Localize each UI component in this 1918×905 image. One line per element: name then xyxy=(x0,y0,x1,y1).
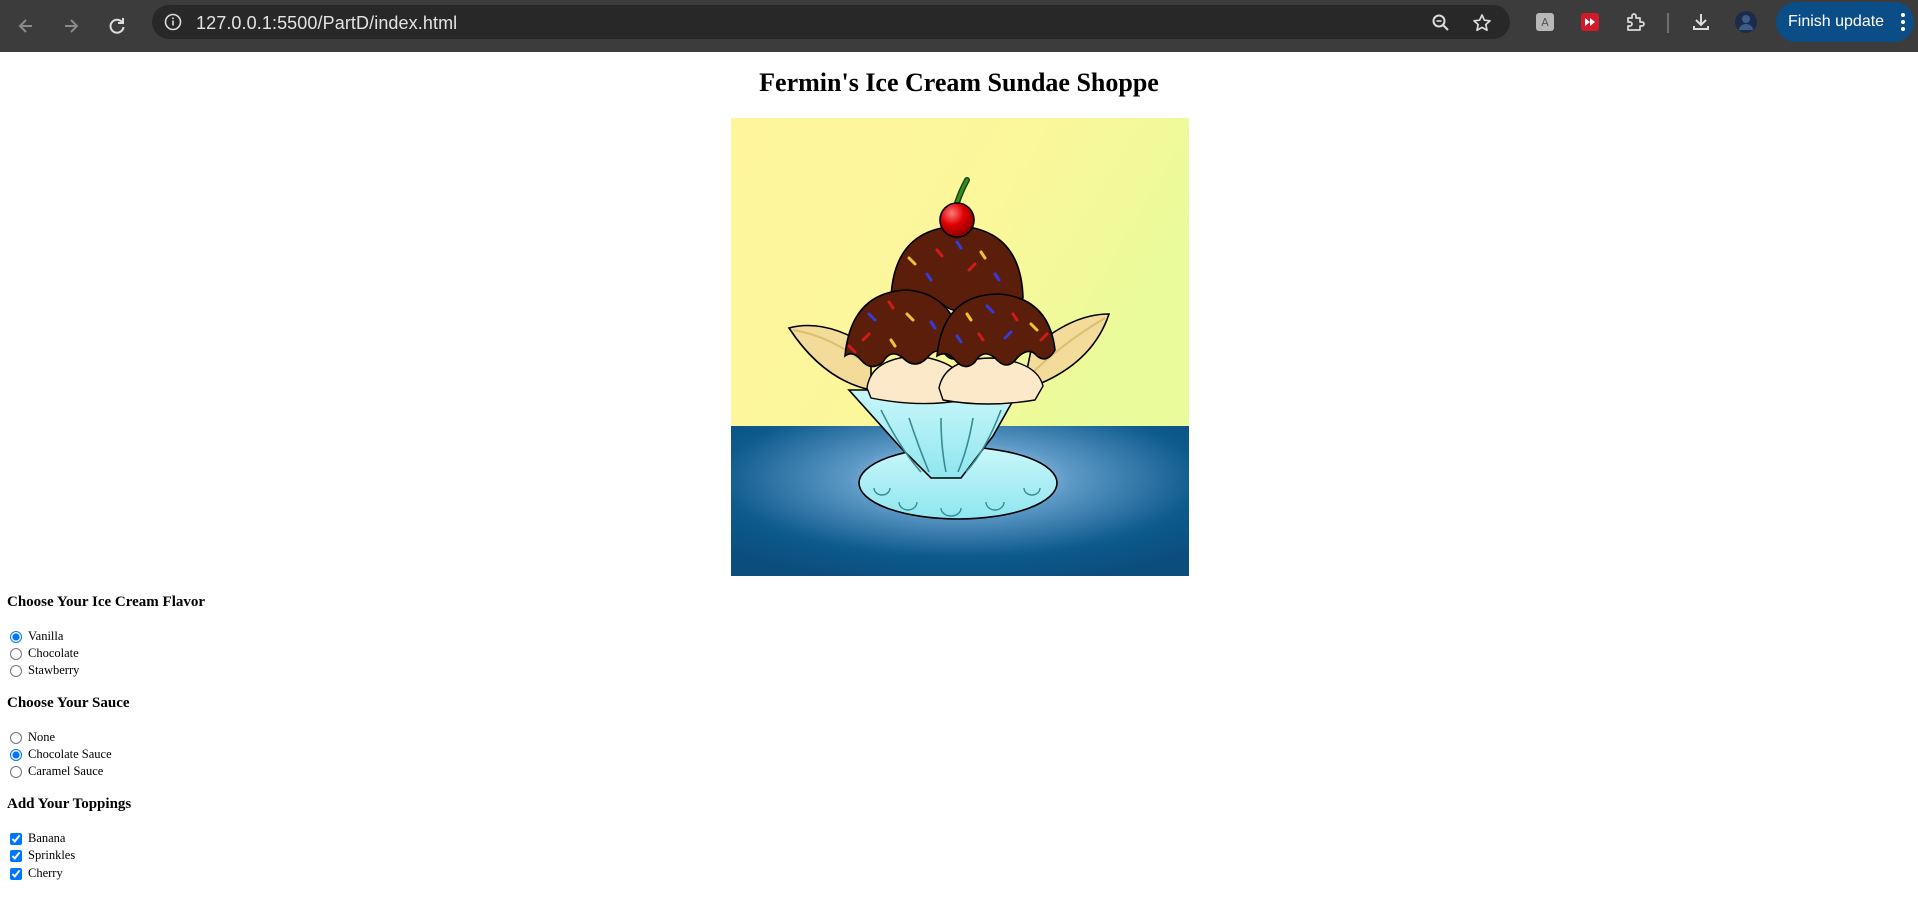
sauce-label: None xyxy=(28,730,56,744)
sauce-heading: Choose Your Sauce xyxy=(7,695,130,711)
reload-icon[interactable] xyxy=(101,10,133,42)
bookmark-star-icon[interactable] xyxy=(1469,10,1495,36)
more-menu-icon[interactable] xyxy=(1900,12,1906,37)
topping-option-cherry[interactable]: Cherry xyxy=(10,865,63,882)
sauce-radio-caramel[interactable] xyxy=(10,765,22,778)
topping-checkbox-sprinkles[interactable] xyxy=(10,849,22,862)
address-bar[interactable]: 127.0.0.1:5500/PartD/index.html xyxy=(152,5,1510,39)
flavor-option-strawberry[interactable]: Stawberry xyxy=(10,662,79,679)
sauce-option-caramel[interactable]: Caramel Sauce xyxy=(10,763,103,780)
url-text[interactable]: 127.0.0.1:5500/PartD/index.html xyxy=(196,13,457,34)
topping-option-banana[interactable]: Banana xyxy=(10,830,65,847)
flavor-option-chocolate[interactable]: Chocolate xyxy=(10,645,79,662)
forward-icon[interactable] xyxy=(55,10,87,42)
flavor-radio-strawberry[interactable] xyxy=(10,664,22,677)
toppings-heading: Add Your Toppings xyxy=(7,796,132,812)
flavor-heading: Choose Your Ice Cream Flavor xyxy=(7,594,206,610)
zoom-icon[interactable] xyxy=(1428,10,1454,36)
back-icon[interactable] xyxy=(10,10,42,42)
flavor-option-vanilla[interactable]: Vanilla xyxy=(10,628,63,645)
topping-option-sprinkles[interactable]: Sprinkles xyxy=(10,847,75,864)
finish-update-button[interactable]: Finish update xyxy=(1776,2,1914,42)
sauce-radio-none[interactable] xyxy=(10,731,22,744)
svg-text:A: A xyxy=(1541,16,1549,29)
toolbar-divider xyxy=(1667,13,1669,33)
topping-label: Cherry xyxy=(28,866,63,880)
download-icon[interactable] xyxy=(1689,10,1713,34)
topping-checkbox-banana[interactable] xyxy=(10,832,22,845)
extension-icon[interactable] xyxy=(1578,10,1602,34)
extension-icon[interactable]: A xyxy=(1533,10,1557,34)
topping-checkbox-cherry[interactable] xyxy=(10,867,22,880)
topping-label: Banana xyxy=(28,831,66,845)
page-title: Fermin's Ice Cream Sundae Shoppe xyxy=(759,68,1159,97)
topping-label: Sprinkles xyxy=(28,848,76,862)
sauce-label: Chocolate Sauce xyxy=(28,747,112,761)
flavor-label: Vanilla xyxy=(28,629,64,643)
extensions-puzzle-icon[interactable] xyxy=(1623,10,1647,34)
sauce-radio-chocolate[interactable] xyxy=(10,748,22,761)
sauce-option-chocolate[interactable]: Chocolate Sauce xyxy=(10,746,112,763)
flavor-radio-vanilla[interactable] xyxy=(10,630,22,643)
browser-toolbar: 127.0.0.1:5500/PartD/index.html A Finish… xyxy=(0,0,1918,52)
profile-avatar[interactable] xyxy=(1734,10,1758,34)
flavor-label: Stawberry xyxy=(28,663,80,677)
sauce-option-none[interactable]: None xyxy=(10,729,55,746)
sundae-illustration xyxy=(731,118,1189,576)
finish-update-label: Finish update xyxy=(1788,13,1885,30)
flavor-radio-chocolate[interactable] xyxy=(10,647,22,660)
site-info-icon[interactable] xyxy=(160,9,186,35)
sauce-label: Caramel Sauce xyxy=(28,764,104,778)
flavor-label: Chocolate xyxy=(28,646,79,660)
